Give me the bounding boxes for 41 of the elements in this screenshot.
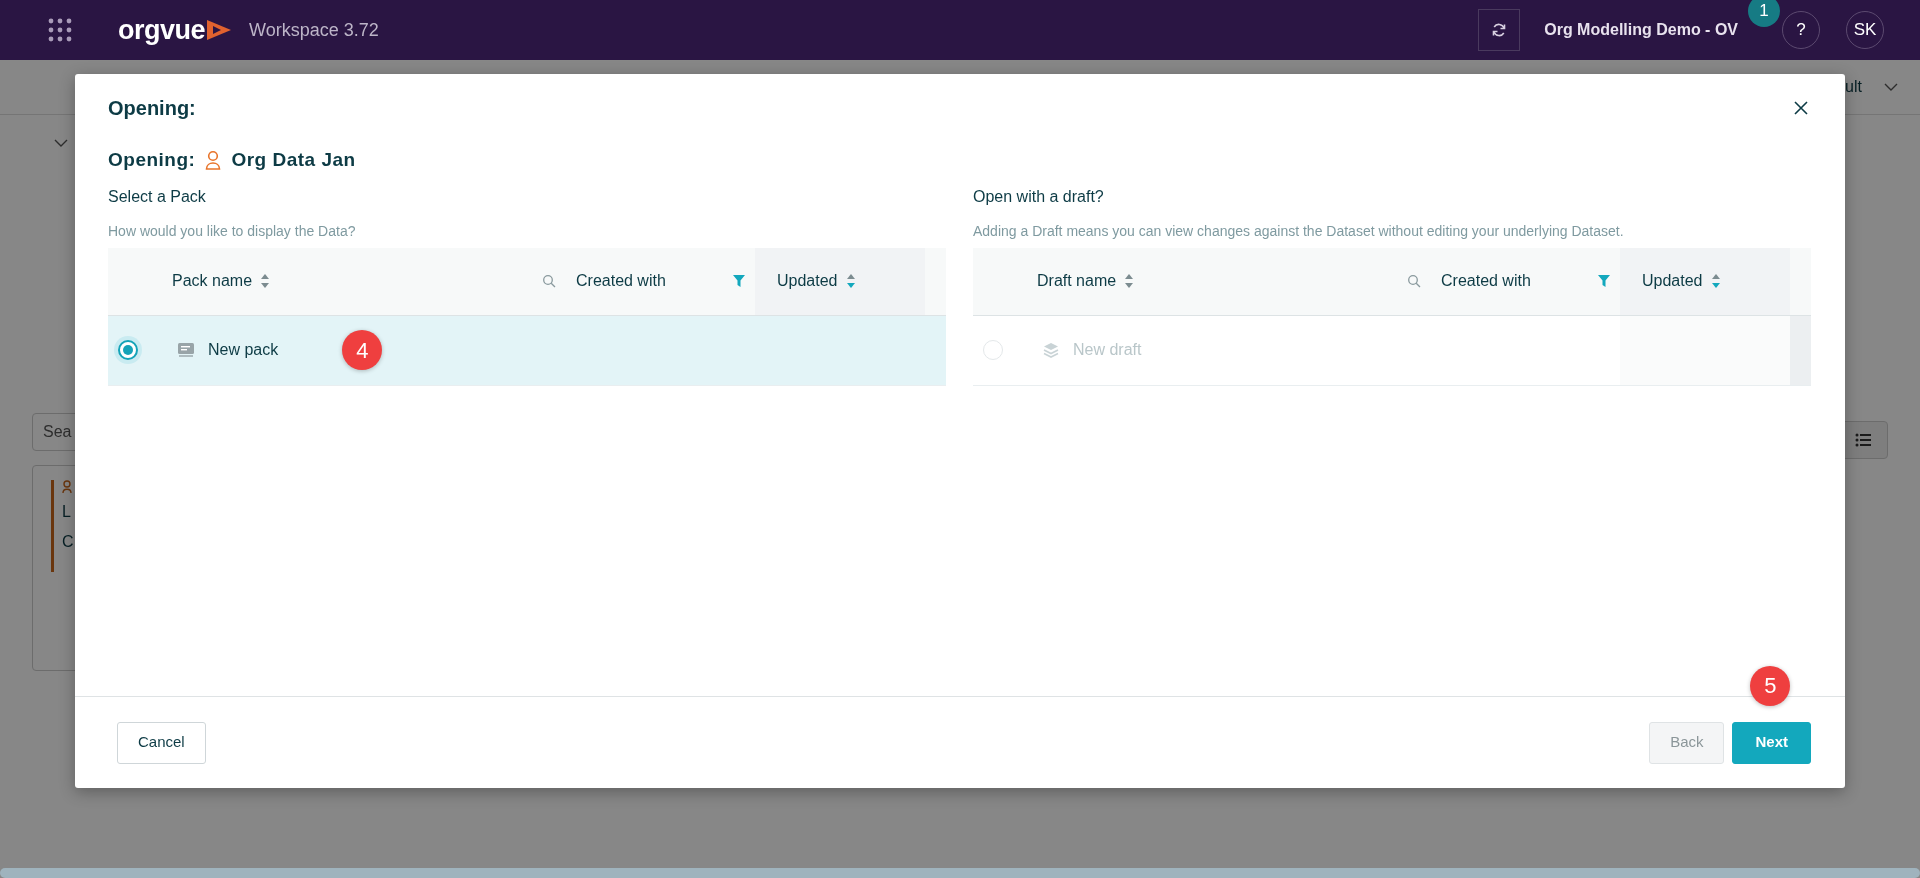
dialog-button[interactable]: Cancel (117, 721, 206, 764)
panel-hint: How would you like to display the Data? (108, 221, 357, 241)
step-badge: 5 (1750, 665, 1791, 706)
search-icon[interactable] (1407, 274, 1421, 288)
dialog-title: Opening: (108, 96, 196, 120)
refresh-icon (1491, 22, 1508, 38)
row-name: New draft (1073, 340, 1142, 360)
pack-icon (178, 343, 194, 357)
card-text: C (62, 532, 75, 552)
dataset-name: Org Data Jan (231, 148, 356, 172)
search-icon[interactable] (542, 274, 556, 288)
workspace-name[interactable]: Org Modelling Demo - OV (1544, 18, 1738, 42)
view-label[interactable]: ult (1845, 75, 1862, 99)
subtitle-label: Opening: (108, 148, 196, 172)
app-logo-text: orgvue (118, 13, 206, 47)
person-icon (62, 480, 72, 494)
list-icon (1855, 433, 1871, 447)
column-header[interactable]: Updated (777, 269, 838, 293)
filter-icon[interactable] (1598, 275, 1610, 287)
step-badge: 4 (342, 330, 383, 370)
row-name: New pack (208, 340, 279, 360)
scrollbar[interactable] (0, 868, 1920, 878)
apps-icon[interactable] (48, 18, 72, 42)
column-header[interactable]: Pack name (172, 269, 253, 293)
sort-icon[interactable] (260, 273, 271, 289)
chevron-down-icon[interactable] (54, 139, 68, 147)
filter-icon[interactable] (733, 275, 745, 287)
person-icon (205, 150, 222, 171)
chevron-down-icon[interactable] (1884, 83, 1898, 91)
column-header[interactable]: Created with (576, 269, 666, 293)
radio-button[interactable] (118, 340, 138, 360)
panel-heading: Open with a draft? (973, 186, 1105, 207)
product-name: Workspace 3.72 (249, 18, 379, 42)
panel-heading: Select a Pack (108, 186, 207, 207)
sort-icon[interactable] (845, 273, 856, 289)
card-text: L (62, 502, 72, 522)
close-icon (1794, 101, 1808, 115)
step-badge: 1 (1748, 0, 1780, 27)
layers-icon (1043, 342, 1059, 358)
refresh-button[interactable] (1478, 9, 1521, 51)
panel-hint: Adding a Draft means you can view changes against the Dataset without editing your underlying Dataset. (973, 221, 1625, 241)
